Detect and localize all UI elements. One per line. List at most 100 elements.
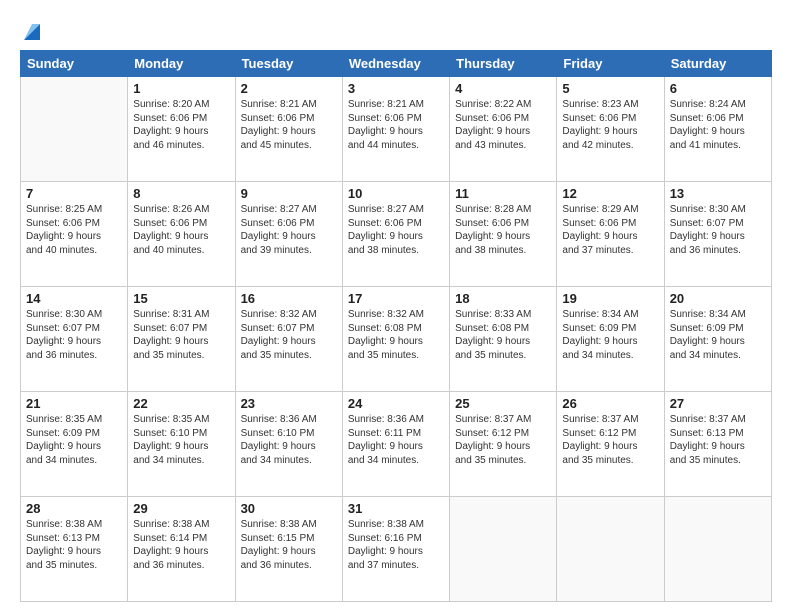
cell-info: Sunrise: 8:36 AM Sunset: 6:10 PM Dayligh… (241, 413, 337, 467)
calendar-cell: 2 Sunrise: 8:21 AM Sunset: 6:06 PM Daylig… (235, 77, 342, 182)
calendar: SundayMondayTuesdayWednesdayThursdayFrid… (20, 50, 772, 602)
day-number: 9 (241, 186, 337, 201)
calendar-cell: 12 Sunrise: 8:29 AM Sunset: 6:06 PM Dayli… (557, 182, 664, 287)
day-number: 17 (348, 291, 444, 306)
week-row-5: 28 Sunrise: 8:38 AM Sunset: 6:13 PM Dayli… (21, 497, 772, 602)
day-number: 5 (562, 81, 658, 96)
day-number: 28 (26, 501, 122, 516)
calendar-cell (664, 497, 771, 602)
cell-info: Sunrise: 8:36 AM Sunset: 6:11 PM Dayligh… (348, 413, 444, 467)
calendar-cell: 5 Sunrise: 8:23 AM Sunset: 6:06 PM Daylig… (557, 77, 664, 182)
cell-info: Sunrise: 8:37 AM Sunset: 6:12 PM Dayligh… (455, 413, 551, 467)
calendar-cell: 30 Sunrise: 8:38 AM Sunset: 6:15 PM Dayli… (235, 497, 342, 602)
day-number: 21 (26, 396, 122, 411)
col-header-sunday: Sunday (21, 51, 128, 77)
week-row-2: 7 Sunrise: 8:25 AM Sunset: 6:06 PM Daylig… (21, 182, 772, 287)
calendar-cell: 11 Sunrise: 8:28 AM Sunset: 6:06 PM Dayli… (450, 182, 557, 287)
calendar-cell: 14Sunrise: 8:30 AM Sunset: 6:07 PM Dayli… (21, 287, 128, 392)
cell-info: Sunrise: 8:38 AM Sunset: 6:14 PM Dayligh… (133, 518, 229, 572)
cell-info: Sunrise: 8:25 AM Sunset: 6:06 PM Dayligh… (26, 203, 122, 257)
cell-info: Sunrise: 8:32 AM Sunset: 6:08 PM Dayligh… (348, 308, 444, 362)
calendar-cell: 26 Sunrise: 8:37 AM Sunset: 6:12 PM Dayli… (557, 392, 664, 497)
calendar-cell: 24Sunrise: 8:36 AM Sunset: 6:11 PM Dayli… (342, 392, 449, 497)
col-header-wednesday: Wednesday (342, 51, 449, 77)
calendar-cell: 31 Sunrise: 8:38 AM Sunset: 6:16 PM Dayli… (342, 497, 449, 602)
calendar-cell: 23 Sunrise: 8:36 AM Sunset: 6:10 PM Dayli… (235, 392, 342, 497)
day-number: 16 (241, 291, 337, 306)
cell-info: Sunrise: 8:23 AM Sunset: 6:06 PM Dayligh… (562, 98, 658, 152)
calendar-cell (557, 497, 664, 602)
cell-info: Sunrise: 8:38 AM Sunset: 6:15 PM Dayligh… (241, 518, 337, 572)
day-number: 1 (133, 81, 229, 96)
calendar-cell: 28 Sunrise: 8:38 AM Sunset: 6:13 PM Dayli… (21, 497, 128, 602)
calendar-cell: 20 Sunrise: 8:34 AM Sunset: 6:09 PM Dayli… (664, 287, 771, 392)
cell-info: Sunrise: 8:32 AM Sunset: 6:07 PM Dayligh… (241, 308, 337, 362)
day-number: 22 (133, 396, 229, 411)
calendar-cell: 25 Sunrise: 8:37 AM Sunset: 6:12 PM Dayli… (450, 392, 557, 497)
calendar-cell: 8Sunrise: 8:26 AM Sunset: 6:06 PM Daylig… (128, 182, 235, 287)
calendar-cell (21, 77, 128, 182)
day-number: 13 (670, 186, 766, 201)
calendar-cell: 7 Sunrise: 8:25 AM Sunset: 6:06 PM Daylig… (21, 182, 128, 287)
calendar-cell: 21 Sunrise: 8:35 AM Sunset: 6:09 PM Dayli… (21, 392, 128, 497)
cell-info: Sunrise: 8:21 AM Sunset: 6:06 PM Dayligh… (348, 98, 444, 152)
cell-info: Sunrise: 8:26 AM Sunset: 6:06 PM Dayligh… (133, 203, 229, 257)
cell-info: Sunrise: 8:38 AM Sunset: 6:13 PM Dayligh… (26, 518, 122, 572)
calendar-cell: 16 Sunrise: 8:32 AM Sunset: 6:07 PM Dayli… (235, 287, 342, 392)
cell-info: Sunrise: 8:29 AM Sunset: 6:06 PM Dayligh… (562, 203, 658, 257)
calendar-cell: 10 Sunrise: 8:27 AM Sunset: 6:06 PM Dayli… (342, 182, 449, 287)
logo (20, 22, 42, 42)
calendar-cell: 3 Sunrise: 8:21 AM Sunset: 6:06 PM Daylig… (342, 77, 449, 182)
day-number: 3 (348, 81, 444, 96)
cell-info: Sunrise: 8:27 AM Sunset: 6:06 PM Dayligh… (348, 203, 444, 257)
day-number: 12 (562, 186, 658, 201)
calendar-cell: 22 Sunrise: 8:35 AM Sunset: 6:10 PM Dayli… (128, 392, 235, 497)
header (20, 18, 772, 42)
day-number: 25 (455, 396, 551, 411)
day-number: 23 (241, 396, 337, 411)
cell-info: Sunrise: 8:33 AM Sunset: 6:08 PM Dayligh… (455, 308, 551, 362)
cell-info: Sunrise: 8:35 AM Sunset: 6:09 PM Dayligh… (26, 413, 122, 467)
cell-info: Sunrise: 8:28 AM Sunset: 6:06 PM Dayligh… (455, 203, 551, 257)
col-header-tuesday: Tuesday (235, 51, 342, 77)
header-row: SundayMondayTuesdayWednesdayThursdayFrid… (21, 51, 772, 77)
cell-info: Sunrise: 8:38 AM Sunset: 6:16 PM Dayligh… (348, 518, 444, 572)
week-row-1: 1 Sunrise: 8:20 AM Sunset: 6:06 PM Daylig… (21, 77, 772, 182)
cell-info: Sunrise: 8:24 AM Sunset: 6:06 PM Dayligh… (670, 98, 766, 152)
calendar-cell: 17 Sunrise: 8:32 AM Sunset: 6:08 PM Dayli… (342, 287, 449, 392)
day-number: 26 (562, 396, 658, 411)
calendar-cell: 6 Sunrise: 8:24 AM Sunset: 6:06 PM Daylig… (664, 77, 771, 182)
col-header-friday: Friday (557, 51, 664, 77)
day-number: 20 (670, 291, 766, 306)
calendar-cell: 18Sunrise: 8:33 AM Sunset: 6:08 PM Dayli… (450, 287, 557, 392)
day-number: 10 (348, 186, 444, 201)
calendar-cell: 27 Sunrise: 8:37 AM Sunset: 6:13 PM Dayli… (664, 392, 771, 497)
cell-info: Sunrise: 8:27 AM Sunset: 6:06 PM Dayligh… (241, 203, 337, 257)
calendar-cell: 4Sunrise: 8:22 AM Sunset: 6:06 PM Daylig… (450, 77, 557, 182)
col-header-thursday: Thursday (450, 51, 557, 77)
calendar-cell: 1 Sunrise: 8:20 AM Sunset: 6:06 PM Daylig… (128, 77, 235, 182)
day-number: 14 (26, 291, 122, 306)
cell-info: Sunrise: 8:37 AM Sunset: 6:12 PM Dayligh… (562, 413, 658, 467)
cell-info: Sunrise: 8:31 AM Sunset: 6:07 PM Dayligh… (133, 308, 229, 362)
cell-info: Sunrise: 8:21 AM Sunset: 6:06 PM Dayligh… (241, 98, 337, 152)
cell-info: Sunrise: 8:34 AM Sunset: 6:09 PM Dayligh… (670, 308, 766, 362)
page: SundayMondayTuesdayWednesdayThursdayFrid… (0, 0, 792, 612)
day-number: 27 (670, 396, 766, 411)
calendar-cell: 13Sunrise: 8:30 AM Sunset: 6:07 PM Dayli… (664, 182, 771, 287)
day-number: 11 (455, 186, 551, 201)
col-header-saturday: Saturday (664, 51, 771, 77)
cell-info: Sunrise: 8:35 AM Sunset: 6:10 PM Dayligh… (133, 413, 229, 467)
cell-info: Sunrise: 8:20 AM Sunset: 6:06 PM Dayligh… (133, 98, 229, 152)
cell-info: Sunrise: 8:37 AM Sunset: 6:13 PM Dayligh… (670, 413, 766, 467)
calendar-cell: 9 Sunrise: 8:27 AM Sunset: 6:06 PM Daylig… (235, 182, 342, 287)
day-number: 6 (670, 81, 766, 96)
week-row-3: 14Sunrise: 8:30 AM Sunset: 6:07 PM Dayli… (21, 287, 772, 392)
day-number: 31 (348, 501, 444, 516)
day-number: 30 (241, 501, 337, 516)
day-number: 19 (562, 291, 658, 306)
day-number: 7 (26, 186, 122, 201)
calendar-cell: 15 Sunrise: 8:31 AM Sunset: 6:07 PM Dayli… (128, 287, 235, 392)
day-number: 15 (133, 291, 229, 306)
day-number: 2 (241, 81, 337, 96)
